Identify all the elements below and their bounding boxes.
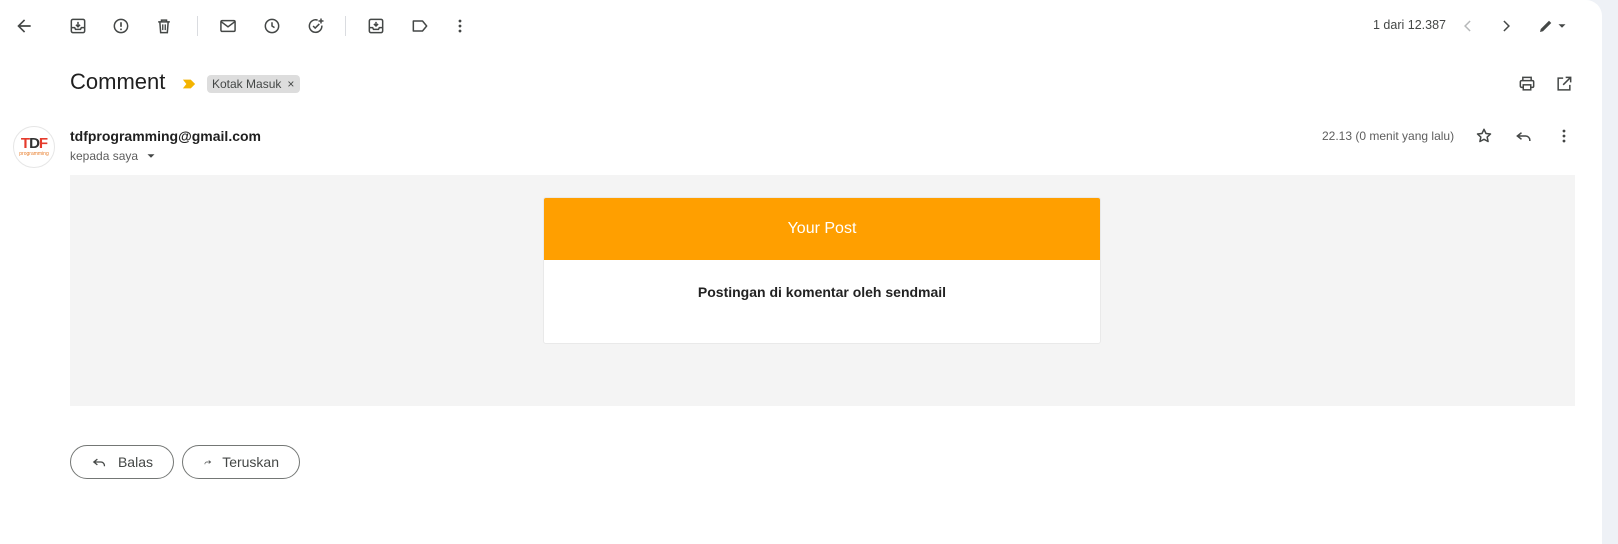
importance-marker-icon[interactable] [182, 77, 196, 95]
older-chevron-icon[interactable] [1486, 6, 1526, 46]
more-vert-icon[interactable] [440, 6, 480, 46]
forward-button-label: Teruskan [222, 454, 279, 470]
report-spam-icon[interactable] [101, 6, 141, 46]
forward-icon [204, 460, 212, 465]
more-options-icon[interactable] [1544, 116, 1584, 156]
forward-button[interactable]: Teruskan [182, 445, 300, 479]
email-timestamp: 22.13 (0 menit yang lalu) [1322, 129, 1455, 143]
toolbar-divider [197, 16, 198, 36]
email-view: 1 dari 12.387 Comment Kotak Masuk × TDF … [0, 0, 1602, 544]
reply-button-label: Balas [117, 454, 153, 470]
sender-email[interactable]: tdfprogramming@gmail.com [70, 128, 261, 144]
newer-chevron-icon[interactable] [1448, 6, 1488, 46]
star-icon[interactable] [1464, 116, 1504, 156]
add-task-icon[interactable] [296, 6, 336, 46]
chevron-down-icon [1558, 24, 1566, 28]
remove-label-icon[interactable]: × [287, 77, 294, 91]
avatar[interactable]: TDF programming [13, 126, 55, 168]
print-icon[interactable] [1507, 64, 1547, 104]
email-body: Your Post Postingan di komentar oleh sen… [70, 175, 1575, 406]
label-chip: Kotak Masuk × [207, 75, 301, 93]
mark-unread-icon[interactable] [208, 6, 248, 46]
snooze-icon[interactable] [252, 6, 292, 46]
label-chip-text: Kotak Masuk [212, 77, 282, 91]
back-icon[interactable] [4, 6, 44, 46]
recipient-details[interactable]: kepada saya [70, 149, 158, 163]
post-card: Your Post Postingan di komentar oleh sen… [543, 197, 1101, 344]
label-icon[interactable] [400, 6, 440, 46]
open-in-new-window-icon[interactable] [1544, 64, 1584, 104]
archive-icon[interactable] [58, 6, 98, 46]
chevron-down-icon [147, 154, 155, 158]
post-card-header: Your Post [544, 198, 1100, 260]
move-to-icon[interactable] [356, 6, 396, 46]
delete-icon[interactable] [144, 6, 184, 46]
reply-icon[interactable] [1504, 116, 1544, 156]
post-card-message: Postingan di komentar oleh sendmail [697, 284, 947, 300]
avatar-logo-text: TDF [20, 135, 48, 152]
email-subject: Comment [70, 69, 166, 94]
message-counter: 1 dari 12.387 [1373, 18, 1446, 32]
avatar-logo-sub: programming [19, 151, 49, 157]
toolbar-divider [345, 16, 346, 36]
reply-button[interactable]: Balas [70, 445, 174, 479]
recipient-text: kepada saya [70, 149, 139, 163]
reply-icon [92, 458, 106, 467]
input-tools-icon[interactable] [1527, 6, 1579, 46]
